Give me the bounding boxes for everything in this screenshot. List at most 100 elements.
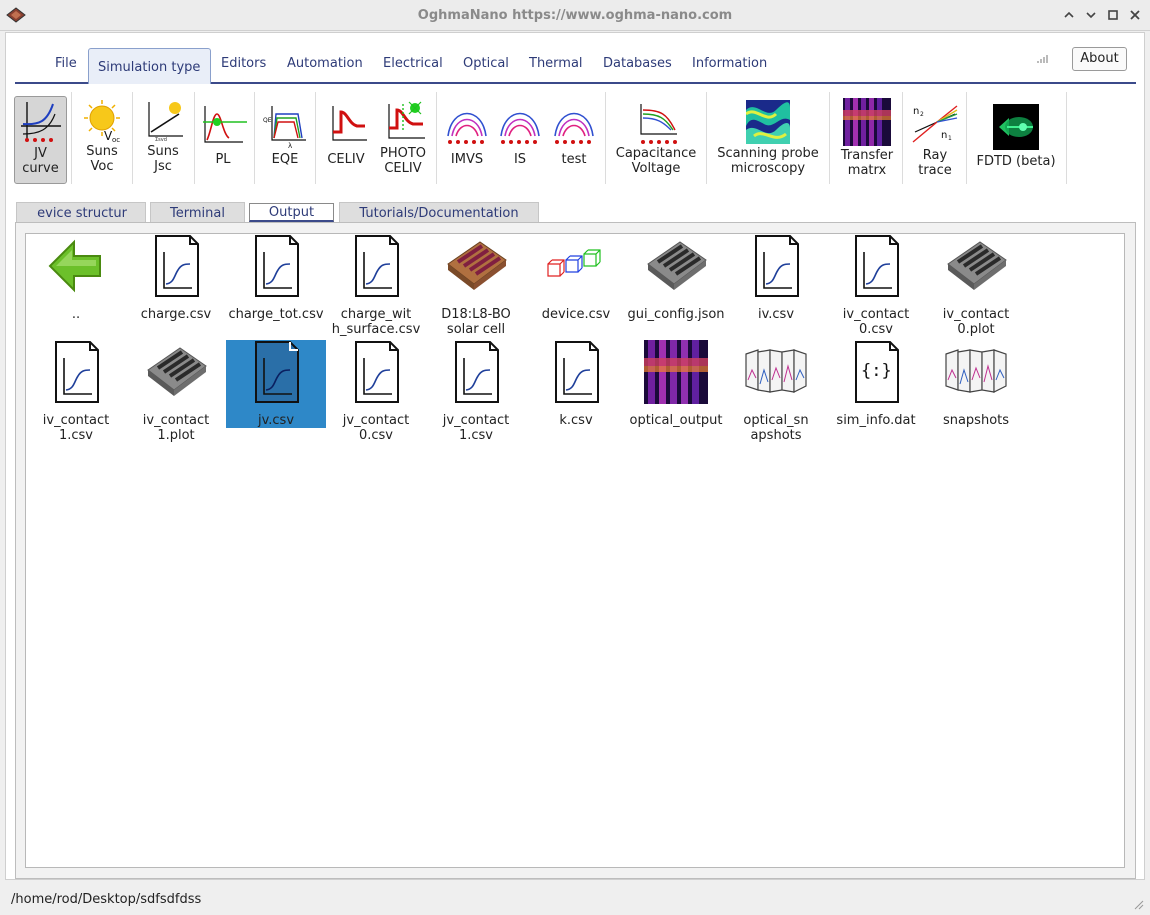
- file-name: iv_contact 0.csv: [842, 307, 910, 337]
- csv-file-icon: [255, 341, 299, 403]
- jv-curve-icon: [20, 102, 61, 142]
- file-item-iv-contact0-plot[interactable]: iv_contact 0.plot: [926, 234, 1026, 337]
- scanning-probe-icon: [746, 100, 790, 144]
- transfer-matrix-button[interactable]: Transfer matrx: [838, 96, 896, 190]
- transfer-matrix-icon: [843, 98, 891, 146]
- file-name: iv_contact 0.plot: [942, 307, 1010, 337]
- svg-text:n: n: [913, 106, 919, 117]
- menu-thermal[interactable]: Thermal: [529, 56, 583, 71]
- menu-automation[interactable]: Automation: [287, 56, 363, 71]
- menu-electrical[interactable]: Electrical: [383, 56, 443, 71]
- file-name: iv_contact 1.plot: [142, 413, 210, 443]
- scanning-probe-button[interactable]: Scanning probe microscopy: [712, 96, 824, 190]
- is-label: IS: [513, 152, 527, 167]
- pl-button[interactable]: PL: [197, 96, 249, 190]
- photo-celiv-button[interactable]: PHOTO CELIV: [376, 96, 430, 190]
- celiv-icon: [332, 106, 367, 141]
- suns-jsc-label: Suns Jsc: [147, 144, 179, 174]
- file-item-snapshots[interactable]: snapshots: [926, 340, 1026, 428]
- tab-device-structure[interactable]: evice structur: [16, 202, 146, 224]
- celiv-label: CELIV: [327, 152, 365, 167]
- file-item-gui-config-json[interactable]: gui_config.json: [626, 234, 726, 322]
- snapshots-icon: [944, 340, 1008, 404]
- close-icon[interactable]: [1126, 6, 1144, 24]
- suns-jsc-button[interactable]: Σsvd Suns Jsc: [136, 96, 190, 190]
- csv-file-icon: [744, 234, 808, 298]
- file-item-jv-contact0-csv[interactable]: jv_contact 0.csv: [326, 340, 426, 443]
- celiv-button[interactable]: CELIV: [319, 96, 373, 190]
- collapse-icon[interactable]: [1060, 6, 1078, 24]
- ray-trace-button[interactable]: n 2 n 1 Ray trace: [906, 96, 964, 190]
- svg-text:{:}: {:}: [861, 361, 892, 381]
- signal-icon: [1037, 55, 1048, 63]
- file-name: k.csv: [559, 413, 593, 428]
- resize-grip-icon[interactable]: [1132, 898, 1144, 910]
- suns-voc-label: Suns Voc: [86, 144, 118, 174]
- menu-optical[interactable]: Optical: [463, 56, 509, 71]
- capacitance-voltage-button[interactable]: Capacitance Voltage: [612, 96, 700, 190]
- device-chip-icon: [144, 340, 208, 404]
- file-item-parent[interactable]: ..: [26, 234, 126, 322]
- back-arrow-icon: [48, 239, 101, 293]
- json-file-icon: {:}: [855, 341, 899, 403]
- svg-text:2: 2: [920, 111, 924, 118]
- csv-file-icon: [444, 340, 508, 404]
- file-item-iv-contact1-plot[interactable]: iv_contact 1.plot: [126, 340, 226, 443]
- eqe-button[interactable]: QE λ EQE: [258, 96, 312, 190]
- jv-curve-button[interactable]: JV curve: [14, 96, 67, 184]
- minimize-icon[interactable]: [1082, 6, 1100, 24]
- file-name: ..: [71, 307, 81, 322]
- ray-trace-icon: n 2 n 1: [912, 105, 958, 143]
- capacitance-voltage-label: Capacitance Voltage: [615, 146, 697, 176]
- file-name: gui_config.json: [627, 307, 725, 322]
- is-button[interactable]: IS: [496, 96, 544, 190]
- file-item-charge-with-surface-csv[interactable]: charge_wit h_surface.csv: [326, 234, 426, 337]
- tab-terminal[interactable]: Terminal: [150, 202, 245, 224]
- file-item-k-csv[interactable]: k.csv: [526, 340, 626, 428]
- about-button[interactable]: About: [1072, 47, 1127, 71]
- file-name: charge_wit h_surface.csv: [331, 307, 421, 337]
- imvs-button[interactable]: IMVS: [441, 96, 493, 190]
- window-title: OghmaNano https://www.oghma-nano.com: [417, 8, 733, 23]
- menu-databases[interactable]: Databases: [603, 56, 672, 71]
- csv-file-icon: [244, 234, 308, 298]
- pl-label: PL: [215, 152, 231, 167]
- fdtd-label: FDTD (beta): [976, 154, 1056, 169]
- tab-output[interactable]: Output: [249, 203, 334, 222]
- device-chip-icon: [644, 234, 708, 298]
- svg-text:QE: QE: [263, 117, 272, 124]
- csv-file-icon: [344, 340, 408, 404]
- menu-simulation-type[interactable]: Simulation type: [88, 48, 211, 84]
- csv-file-icon: [44, 340, 108, 404]
- file-item-optical-output[interactable]: optical_output: [626, 340, 726, 428]
- file-item-iv-contact0-csv[interactable]: iv_contact 0.csv: [826, 234, 926, 337]
- test-icon: [554, 112, 594, 144]
- menu-file[interactable]: File: [55, 56, 77, 71]
- file-item-jv-csv[interactable]: jv.csv: [226, 340, 326, 428]
- file-item-charge-csv[interactable]: charge.csv: [126, 234, 226, 322]
- file-item-solar-cell[interactable]: D18:L8-BO solar cell: [426, 234, 526, 337]
- device-chip-icon: [944, 234, 1008, 298]
- svg-text:n: n: [941, 130, 947, 141]
- file-name: jv_contact 1.csv: [442, 413, 510, 443]
- test-button[interactable]: test: [549, 96, 599, 190]
- file-item-sim-info-dat[interactable]: {:} sim_info.dat: [826, 340, 926, 428]
- maximize-icon[interactable]: [1104, 6, 1122, 24]
- file-name: jv.csv: [257, 413, 295, 428]
- fdtd-button[interactable]: FDTD (beta): [970, 96, 1062, 190]
- file-item-optical-snapshots[interactable]: optical_sn apshots: [726, 340, 826, 443]
- svg-text:Σsvd: Σsvd: [155, 137, 167, 142]
- file-item-jv-contact1-csv[interactable]: jv_contact 1.csv: [426, 340, 526, 443]
- suns-voc-button[interactable]: V oc Suns Voc: [74, 96, 130, 190]
- file-item-iv-csv[interactable]: iv.csv: [726, 234, 826, 322]
- file-item-device-csv[interactable]: device.csv: [526, 234, 626, 322]
- svg-text:oc: oc: [112, 136, 120, 142]
- imvs-label: IMVS: [450, 152, 484, 167]
- transfer-matrix-label: Transfer matrx: [840, 148, 894, 178]
- file-item-charge-tot-csv[interactable]: charge_tot.csv: [226, 234, 326, 322]
- menu-editors[interactable]: Editors: [221, 56, 266, 71]
- tab-tutorials[interactable]: Tutorials/Documentation: [339, 202, 539, 224]
- file-item-iv-contact1-csv[interactable]: iv_contact 1.csv: [26, 340, 126, 443]
- cubes-icon: [547, 249, 601, 277]
- menu-information[interactable]: Information: [692, 56, 767, 71]
